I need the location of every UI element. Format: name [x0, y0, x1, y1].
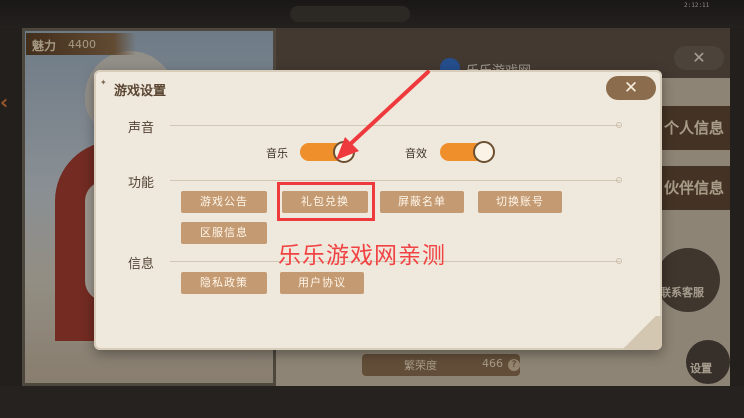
divider-end-dot [616, 258, 622, 264]
dialog-close-button[interactable]: ✕ [606, 76, 656, 100]
highlight-box [277, 182, 375, 221]
music-label: 音乐 [266, 147, 288, 160]
section-sound-label: 声音 [128, 121, 155, 136]
divider-end-dot [616, 122, 622, 128]
sfx-label: 音效 [405, 147, 427, 160]
privacy-policy-button[interactable]: 隐私政策 [181, 272, 267, 294]
server-info-button[interactable]: 区服信息 [181, 222, 267, 244]
section-divider [170, 180, 620, 181]
divider-end-dot [616, 177, 622, 183]
section-info-label: 信息 [128, 257, 155, 272]
sfx-toggle[interactable] [440, 141, 495, 163]
music-toggle[interactable] [300, 141, 355, 163]
user-agreement-button[interactable]: 用户协议 [280, 272, 364, 294]
switch-account-button[interactable]: 切换账号 [478, 191, 562, 213]
section-function-label: 功能 [128, 176, 155, 191]
toggle-knob [473, 141, 495, 163]
settings-dialog [94, 70, 662, 350]
announcement-button[interactable]: 游戏公告 [181, 191, 267, 213]
toggle-knob [333, 141, 355, 163]
watermark-text: 乐乐游戏网亲测 [278, 243, 446, 269]
title-deco-icon: ✦ [100, 78, 107, 87]
block-list-button[interactable]: 屏蔽名单 [380, 191, 464, 213]
section-divider [170, 125, 620, 126]
dialog-title: 游戏设置 [114, 84, 167, 99]
